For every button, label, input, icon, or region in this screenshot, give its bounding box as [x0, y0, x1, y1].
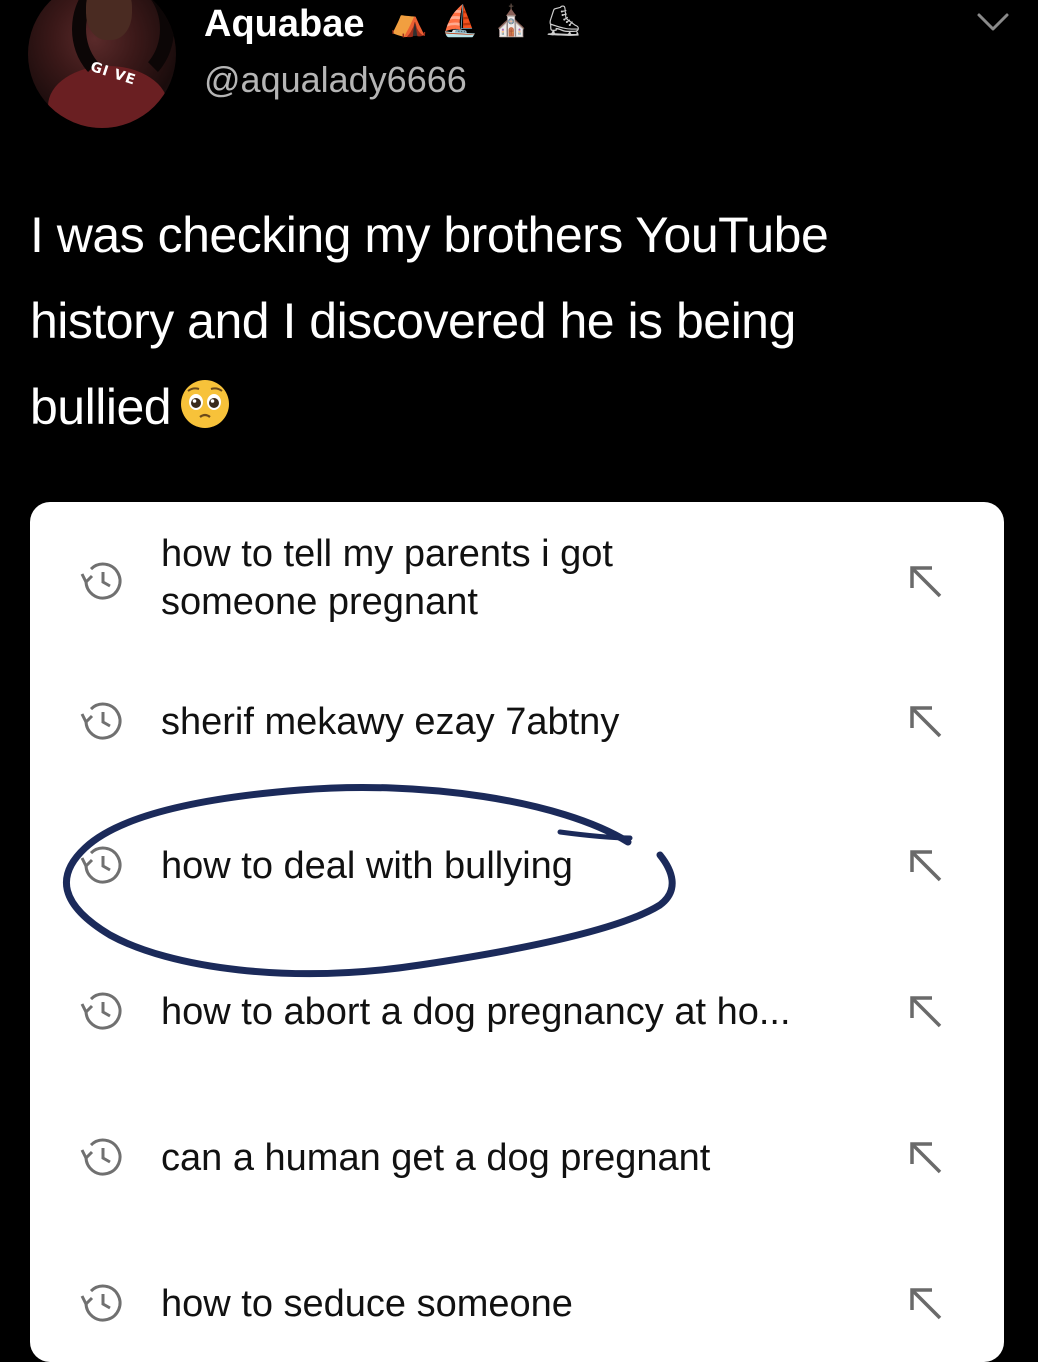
- history-query-text: sherif mekawy ezay 7abtny: [161, 701, 620, 743]
- history-clock-icon: [80, 846, 122, 884]
- history-item[interactable]: how to tell my parents i got someone pre…: [30, 530, 1004, 640]
- name-emoji-4: ⛸: [544, 4, 583, 39]
- user-handle[interactable]: @aqualady6666: [204, 58, 467, 102]
- insert-query-arrow-icon[interactable]: [906, 992, 946, 1032]
- history-clock-icon: [80, 1284, 122, 1322]
- history-item[interactable]: can a human get a dog pregnant: [30, 1108, 1004, 1208]
- history-query-line: how to tell my parents i got: [161, 533, 613, 575]
- insert-query-arrow-icon[interactable]: [906, 562, 946, 602]
- history-query-text: how to tell my parents i got someone pre…: [161, 530, 881, 626]
- tweet-text-line: history and I discovered he is being: [30, 293, 796, 349]
- search-history-card: how to tell my parents i got someone pre…: [30, 502, 1004, 1362]
- display-name-emoji-group: ⛺ ⛵ ⛪ ⛸: [390, 0, 582, 44]
- history-query-text: how to deal with bullying: [161, 845, 573, 887]
- tweet-text-line: bullied: [30, 364, 1020, 450]
- history-item[interactable]: how to deal with bullying: [30, 816, 1004, 916]
- history-item[interactable]: how to abort a dog pregnancy at ho...: [30, 962, 1004, 1062]
- insert-query-arrow-icon[interactable]: [906, 846, 946, 886]
- history-clock-icon: [80, 992, 122, 1030]
- history-query-text: can a human get a dog pregnant: [161, 1137, 711, 1179]
- insert-query-arrow-icon[interactable]: [906, 1138, 946, 1178]
- tweet-text-line: I was checking my brothers YouTube: [30, 207, 829, 263]
- history-query-text: how to seduce someone: [161, 1283, 573, 1325]
- name-emoji-3: ⛪: [492, 4, 531, 39]
- history-item[interactable]: how to seduce someone: [30, 1254, 1004, 1354]
- history-item[interactable]: sherif mekawy ezay 7abtny: [30, 672, 1004, 772]
- chevron-down-icon[interactable]: [976, 10, 1010, 34]
- avatar[interactable]: GI VE: [28, 0, 176, 128]
- history-clock-icon: [80, 702, 122, 740]
- history-clock-icon: [80, 1138, 122, 1176]
- insert-query-arrow-icon[interactable]: [906, 1284, 946, 1324]
- tweet-text-last-words: bullied: [30, 379, 172, 435]
- history-query-text: how to abort a dog pregnancy at ho...: [161, 991, 791, 1033]
- insert-query-arrow-icon[interactable]: [906, 702, 946, 742]
- history-clock-icon: [80, 562, 122, 600]
- tweet-text: I was checking my brothers YouTube histo…: [30, 192, 1020, 450]
- name-emoji-1: ⛺: [390, 4, 428, 39]
- name-emoji-2: ⛵: [441, 4, 479, 39]
- display-name[interactable]: Aquabae: [204, 2, 364, 46]
- pleading-face-icon: [181, 380, 230, 428]
- history-query-line: someone pregnant: [161, 581, 478, 623]
